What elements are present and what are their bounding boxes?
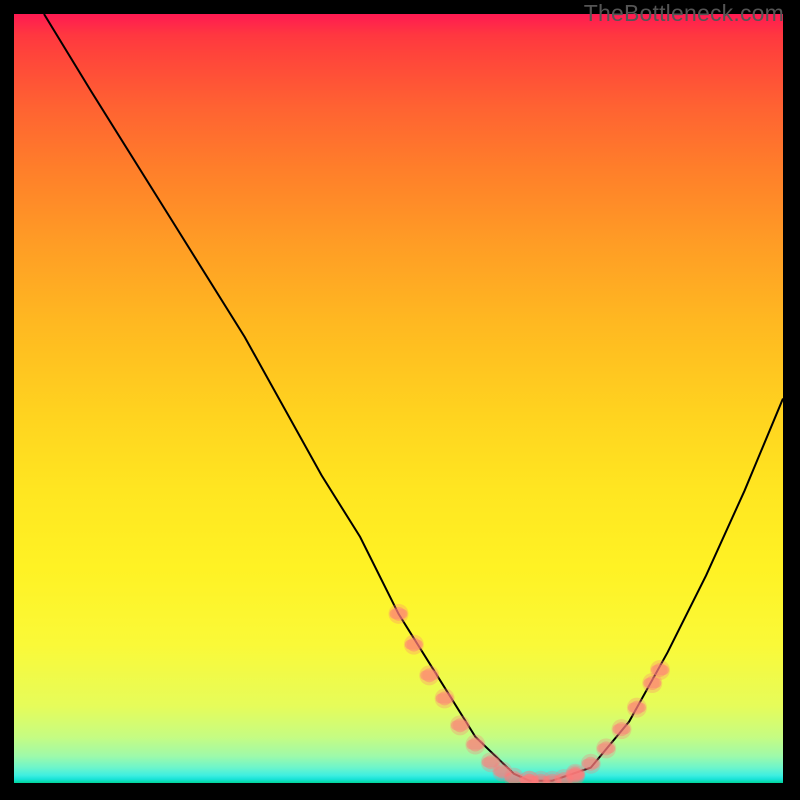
marker-layer [389,604,670,783]
chart-plot [14,14,783,783]
brand-watermark: TheBottleneck.com [584,0,784,27]
curve-layer [44,14,783,781]
bottleneck-curve [44,14,783,781]
